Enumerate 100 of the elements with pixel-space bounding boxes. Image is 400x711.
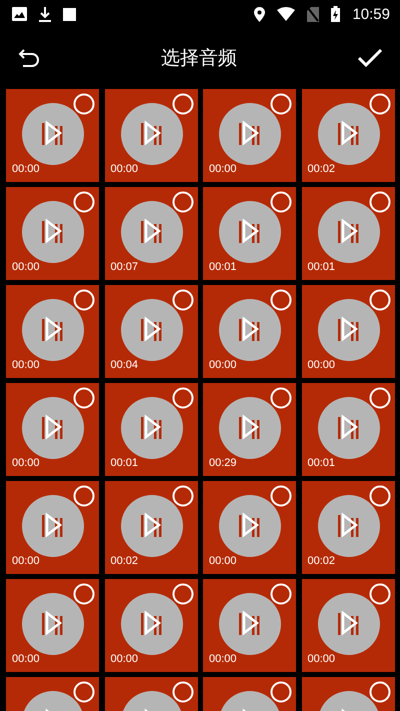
no-sim-icon [307,6,320,22]
duration-label: 00:29 [209,457,237,469]
audio-tile[interactable]: 00:00 [6,383,99,476]
audio-tile[interactable]: 00:00 [6,89,99,182]
audio-tile[interactable]: 00:02 [302,481,394,574]
select-circle[interactable] [270,191,292,213]
audio-tile[interactable]: 00:01 [302,187,394,280]
play-icon [318,397,380,459]
select-circle[interactable] [172,485,194,507]
select-circle[interactable] [270,583,292,605]
duration-label: 00:00 [12,653,40,665]
play-icon [22,495,84,557]
image-icon [12,7,27,21]
select-circle[interactable] [172,289,194,311]
duration-label: 00:01 [110,457,138,469]
select-circle[interactable] [172,583,194,605]
audio-tile[interactable]: 00:01 [104,383,198,476]
select-circle[interactable] [172,191,194,213]
select-circle[interactable] [73,681,95,703]
duration-label: 00:01 [308,261,336,273]
audio-tile[interactable]: 00:04 [104,285,198,378]
select-circle[interactable] [172,387,194,409]
download-icon [39,6,51,22]
audio-tile[interactable]: 00:29 [203,383,296,476]
select-circle[interactable] [73,583,95,605]
select-circle[interactable] [73,191,95,213]
play-icon [22,397,84,459]
audio-tile[interactable]: 00:02 [104,481,198,574]
duration-label: 00:00 [12,163,40,175]
select-circle[interactable] [73,387,95,409]
audio-tile[interactable]: 00:02 [302,89,394,182]
duration-label: 00:00 [308,653,336,665]
audio-tile[interactable]: 00:00 [203,89,296,182]
play-icon [219,495,281,557]
duration-label: 00:00 [110,163,138,175]
duration-label: 00:00 [209,653,237,665]
duration-label: 00:00 [110,653,138,665]
select-circle[interactable] [270,93,292,115]
select-circle[interactable] [368,93,390,115]
audio-tile[interactable]: 00:00 [104,89,198,182]
audio-tile[interactable]: 00:00 [6,579,99,672]
select-circle[interactable] [368,681,390,703]
duration-label: 00:00 [209,163,237,175]
location-icon [254,6,266,22]
play-icon [120,201,182,263]
duration-label: 00:07 [110,261,138,273]
select-circle[interactable] [73,93,95,115]
wifi-icon [277,7,296,21]
play-icon [318,593,380,655]
duration-label: 00:01 [308,457,336,469]
confirm-icon[interactable] [358,48,382,66]
play-icon [219,201,281,263]
duration-label: 00:02 [110,555,138,567]
duration-label: 00:00 [12,359,40,371]
audio-tile[interactable]: 00:00 [203,285,296,378]
audio-tile[interactable]: 00:01 [203,187,296,280]
audio-tile[interactable]: 00:00 [203,481,296,574]
select-circle[interactable] [73,485,95,507]
audio-tile[interactable]: 00:00 [6,285,99,378]
select-circle[interactable] [368,191,390,213]
select-circle[interactable] [368,485,390,507]
square-icon [63,8,76,20]
select-circle[interactable] [368,583,390,605]
play-icon [318,299,380,361]
duration-label: 00:00 [12,555,40,567]
audio-tile[interactable]: 00:00 [6,187,99,280]
select-circle[interactable] [270,387,292,409]
audio-tile[interactable]: 00:00 [302,579,394,672]
audio-tile[interactable]: 00:01 [302,383,394,476]
play-icon [318,103,380,165]
play-icon [22,103,84,165]
select-circle[interactable] [368,289,390,311]
play-icon [318,201,380,263]
duration-label: 00:00 [209,555,237,567]
audio-tile[interactable]: 00:00 [203,579,296,672]
back-icon[interactable] [18,48,40,66]
select-circle[interactable] [270,289,292,311]
screen-title: 选择音频 [160,46,238,70]
audio-tile[interactable]: 00:00 [6,481,99,574]
audio-tile[interactable]: 00:00 [104,579,198,672]
select-circle[interactable] [172,681,194,703]
audio-tile[interactable]: 00:00 [302,285,394,378]
select-circle[interactable] [270,485,292,507]
play-icon [22,299,84,361]
play-icon [120,495,182,557]
select-circle[interactable] [270,681,292,703]
select-circle[interactable] [368,387,390,409]
play-icon [120,397,182,459]
duration-label: 00:00 [209,359,237,371]
play-icon [219,593,281,655]
duration-label: 00:00 [12,457,40,469]
play-icon [22,201,84,263]
duration-label: 00:01 [209,261,237,273]
play-icon [219,397,281,459]
duration-label: 00:04 [110,359,138,371]
select-circle[interactable] [73,289,95,311]
play-icon [120,299,182,361]
audio-tile[interactable]: 00:07 [104,187,198,280]
duration-label: 00:00 [308,359,336,371]
select-circle[interactable] [172,93,194,115]
